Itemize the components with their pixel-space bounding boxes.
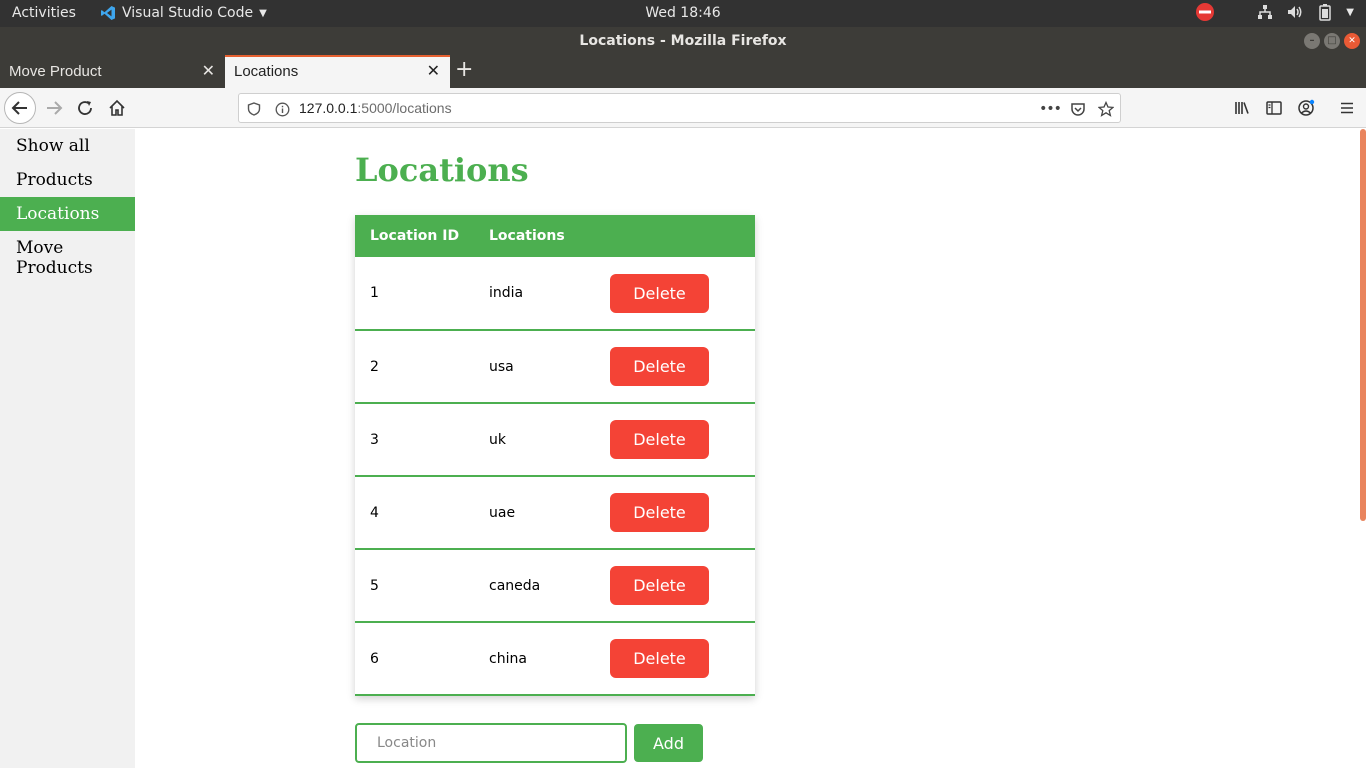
activities-button[interactable]: Activities xyxy=(12,5,76,21)
location-id-cell: 5 xyxy=(370,577,379,594)
tab-move-product[interactable]: Move Product ✕ xyxy=(0,55,225,88)
column-header-location-id: Location ID xyxy=(370,228,460,244)
system-menu-chevron-icon[interactable]: ▼ xyxy=(1346,7,1354,18)
table-row: 1 india Delete xyxy=(355,257,755,330)
reload-button[interactable] xyxy=(69,92,101,124)
sidebar-icon xyxy=(1266,101,1282,115)
account-icon xyxy=(1298,99,1315,116)
location-name-cell: uk xyxy=(489,431,506,448)
location-name-cell: china xyxy=(489,650,527,667)
table-row: 4 uae Delete xyxy=(355,476,755,549)
sidebar-item-move-products[interactable]: Move Products xyxy=(0,231,110,285)
sidebar-item-show-all[interactable]: Show all xyxy=(0,129,135,163)
clock[interactable]: Wed 18:46 xyxy=(645,5,720,21)
side-navigation: Show all Products Locations Move Product… xyxy=(0,129,135,768)
location-id-cell: 6 xyxy=(370,650,379,667)
location-name-cell: usa xyxy=(489,358,514,375)
delete-button[interactable]: Delete xyxy=(610,566,709,605)
table-header-row: Location ID Locations xyxy=(355,215,755,257)
sidebar-toggle-button[interactable] xyxy=(1258,92,1290,124)
network-icon[interactable] xyxy=(1256,3,1274,21)
location-id-cell: 2 xyxy=(370,358,379,375)
maximize-button[interactable] xyxy=(1324,33,1340,49)
hamburger-menu-icon xyxy=(1341,102,1353,114)
location-id-cell: 3 xyxy=(370,431,379,448)
info-icon[interactable] xyxy=(273,100,291,118)
close-icon[interactable]: ✕ xyxy=(202,61,215,80)
delete-button[interactable]: Delete xyxy=(610,639,709,678)
locations-table: Location ID Locations 1 india Delete 2 u… xyxy=(355,215,755,696)
location-name-cell: caneda xyxy=(489,577,541,594)
delete-button[interactable]: Delete xyxy=(610,493,709,532)
pocket-icon[interactable] xyxy=(1069,100,1087,118)
tab-locations[interactable]: Locations ✕ xyxy=(225,55,450,88)
account-button[interactable] xyxy=(1290,92,1322,124)
library-icon xyxy=(1235,102,1249,114)
home-icon xyxy=(109,99,125,116)
more-actions-icon[interactable]: ••• xyxy=(1039,100,1062,118)
bookmark-star-icon[interactable] xyxy=(1097,100,1115,118)
vscode-icon xyxy=(101,6,115,20)
delete-button[interactable]: Delete xyxy=(610,420,709,459)
url-bar[interactable]: 127.0.0.1:5000/locations ••• xyxy=(238,93,1121,123)
tab-label: Move Product xyxy=(9,63,102,80)
window-title-bar: Locations - Mozilla Firefox xyxy=(0,27,1366,55)
arrow-right-icon xyxy=(47,101,63,115)
chevron-down-icon: ▼ xyxy=(259,7,267,19)
page-scrollbar[interactable] xyxy=(1360,129,1366,521)
table-row: 6 china Delete xyxy=(355,622,755,695)
back-button[interactable] xyxy=(4,92,36,124)
page-title: Locations xyxy=(355,151,529,189)
shield-icon[interactable] xyxy=(245,100,263,118)
no-entry-icon[interactable] xyxy=(1196,3,1215,21)
tab-strip: Move Product ✕ Locations ✕ + xyxy=(0,55,1366,88)
system-top-bar: Activities Visual Studio Code ▼ Wed 18:4… xyxy=(0,0,1366,27)
minimize-button[interactable] xyxy=(1304,33,1320,49)
new-tab-button[interactable]: + xyxy=(455,59,473,81)
reload-icon xyxy=(78,101,92,115)
app-menu[interactable]: Visual Studio Code ▼ xyxy=(100,5,267,21)
window-title: Locations - Mozilla Firefox xyxy=(579,33,787,49)
table-row: 3 uk Delete xyxy=(355,403,755,476)
forward-button[interactable] xyxy=(38,92,70,124)
location-id-cell: 1 xyxy=(370,285,379,301)
location-id-cell: 4 xyxy=(370,504,379,521)
app-name: Visual Studio Code xyxy=(122,5,254,21)
close-icon[interactable]: ✕ xyxy=(427,61,440,80)
page-content: Show all Products Locations Move Product… xyxy=(0,129,1366,768)
sidebar-item-products[interactable]: Products xyxy=(0,163,135,197)
menu-button[interactable] xyxy=(1331,92,1363,124)
add-button[interactable]: Add xyxy=(634,724,703,762)
location-name-cell: india xyxy=(489,285,524,301)
location-name-cell: uae xyxy=(489,504,516,521)
url-text: 127.0.0.1:5000/locations xyxy=(299,100,452,116)
navigation-toolbar: 127.0.0.1:5000/locations ••• xyxy=(0,88,1366,128)
column-header-locations: Locations xyxy=(489,228,565,244)
locations-table-container: Location ID Locations 1 india Delete 2 u… xyxy=(355,215,755,696)
delete-button[interactable]: Delete xyxy=(610,347,709,386)
column-header-actions xyxy=(610,215,755,257)
volume-icon[interactable] xyxy=(1286,3,1304,21)
close-window-button[interactable] xyxy=(1344,33,1360,49)
battery-icon[interactable] xyxy=(1316,3,1334,21)
table-row: 2 usa Delete xyxy=(355,330,755,403)
tab-label: Locations xyxy=(234,63,299,80)
library-button[interactable] xyxy=(1226,92,1258,124)
arrow-left-icon xyxy=(11,101,27,115)
home-button[interactable] xyxy=(101,92,133,124)
sidebar-item-locations[interactable]: Locations xyxy=(0,197,135,231)
table-row: 5 caneda Delete xyxy=(355,549,755,622)
location-input[interactable] xyxy=(355,723,627,763)
delete-button[interactable]: Delete xyxy=(610,273,709,313)
